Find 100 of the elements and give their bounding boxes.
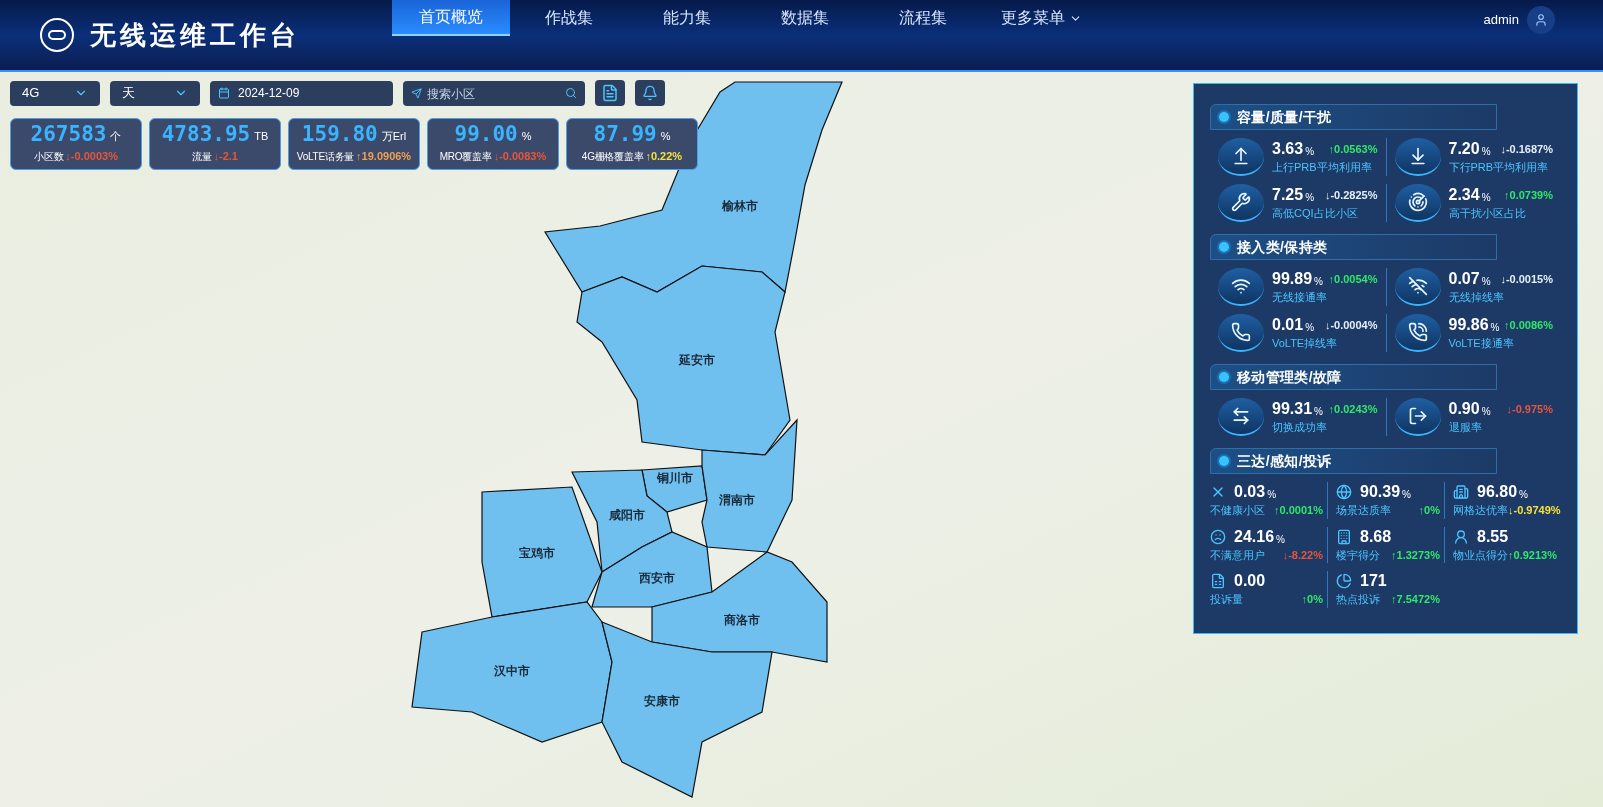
metric-label: 无线接通率 (1272, 289, 1328, 305)
region-label: 宝鸡市 (519, 546, 555, 560)
kpi-label: 4G栅格覆盖率 (581, 149, 644, 164)
grid-building-icon (1453, 484, 1469, 500)
alarm-button[interactable] (635, 80, 665, 106)
metric-label: 场景达质率 (1336, 503, 1391, 518)
metric-value: 0.90 (1448, 398, 1480, 419)
phone-call-icon (1394, 314, 1441, 352)
kpi-label: 小区数 (34, 149, 64, 164)
map-region[interactable] (591, 531, 713, 608)
metric-unit: % (1305, 144, 1315, 159)
metric-change: ↑0.0054% (1328, 271, 1378, 287)
avatar-icon[interactable] (1527, 6, 1555, 34)
metric-value: 2.34 (1448, 184, 1480, 205)
person-icon (1453, 528, 1469, 545)
metric-change: ↓-8.22% (1282, 547, 1323, 563)
metric-unit: % (1314, 274, 1323, 289)
globe-icon (1336, 484, 1352, 500)
phone-icon (1218, 314, 1264, 352)
metric-label: 下行PRB平均利用率 (1448, 159, 1550, 175)
username[interactable]: admin (1483, 10, 1519, 30)
region-label: 榆林市 (722, 199, 758, 213)
bell-icon (642, 85, 658, 101)
section-title: 接入类/保持类 (1237, 237, 1328, 257)
metric-change: ↑7.5472% (1391, 592, 1440, 607)
kpi-change: ↑0.22% (645, 148, 683, 164)
nav-tab[interactable]: 能力集 (628, 0, 746, 36)
region-label: 铜川市 (657, 471, 693, 485)
region-label: 汉中市 (494, 664, 530, 678)
metric-value: 99.86 (1448, 314, 1489, 335)
period-select[interactable]: 天 (110, 80, 200, 106)
region-label: 渭南市 (719, 493, 755, 507)
nav-tab[interactable]: 作战集 (510, 0, 628, 36)
kpi-unit: 万Erl (381, 129, 407, 145)
section-title: 三达/感知/投诉 (1237, 451, 1332, 471)
wrench-icon (1218, 184, 1264, 222)
metric-change: ↓-0.9749% (1508, 503, 1561, 518)
wifi-off-icon (1394, 268, 1441, 306)
metric-value: 99.89 (1272, 268, 1313, 289)
document-button[interactable] (595, 80, 625, 106)
metric-unit: % (1490, 320, 1500, 335)
search-field[interactable]: 搜索小区 (403, 81, 585, 106)
metric-label: 高干扰小区占比 (1448, 205, 1527, 221)
network-select[interactable]: 4G (10, 80, 100, 106)
kpi-unit: % (521, 129, 532, 145)
metric-value: 0.01 (1272, 314, 1304, 335)
region-label: 商洛市 (724, 613, 760, 627)
map-region[interactable] (701, 418, 798, 553)
app-title: 无线运维工作台 (90, 18, 300, 52)
metric-unit: % (1481, 190, 1491, 205)
metric-change: ↑0% (1418, 503, 1440, 518)
metric-change: ↑0.0739% (1504, 187, 1553, 203)
kpi-value: 159.80 (301, 123, 378, 145)
metric-label: 物业点得分 (1453, 547, 1508, 563)
metric-change: ↑1.3273% (1391, 547, 1440, 563)
kpi-value: 4783.95 (161, 123, 251, 145)
metric-change: ↑0% (1301, 592, 1323, 607)
region-label: 延安市 (679, 353, 715, 367)
section-title: 容量/质量/干扰 (1237, 107, 1332, 127)
metric-unit: % (1305, 190, 1315, 205)
metric-label: 无线掉线率 (1448, 289, 1505, 305)
kpi-value: 267583 (30, 123, 107, 145)
region-label: 咸阳市 (609, 508, 645, 522)
map-region[interactable] (481, 486, 603, 618)
nav-tab[interactable]: 流程集 (864, 0, 982, 36)
pie-chart-icon (1336, 573, 1352, 589)
metric-label: 投诉量 (1210, 592, 1243, 607)
metric-label: 不健康小区 (1210, 503, 1265, 518)
map-region[interactable] (576, 265, 791, 456)
kpi-change: ↓-2.1 (213, 148, 238, 164)
metric-change: ↑0.0001% (1274, 503, 1323, 518)
map-region[interactable] (651, 551, 828, 663)
metric-unit: % (1481, 144, 1491, 159)
section-title: 移动管理类/故障 (1237, 367, 1342, 387)
kpi-unit: % (660, 129, 671, 145)
nav-tab[interactable]: 首页概览 (392, 0, 510, 36)
metric-unit: % (1481, 404, 1491, 419)
metric-change: ↓-0.975% (1506, 401, 1553, 417)
calendar-icon (218, 87, 230, 99)
map-region[interactable] (411, 601, 613, 743)
nav-tab[interactable]: 更多菜单 (982, 0, 1100, 36)
metric-value: 24.16 (1234, 526, 1275, 547)
metric-value: 0.07 (1448, 268, 1480, 289)
metric-value: 96.80 (1477, 482, 1518, 502)
metric-label: 热点投诉 (1336, 592, 1380, 607)
metric-value: 7.25 (1272, 184, 1304, 205)
map-region[interactable] (544, 81, 843, 294)
kpi-change: ↓-0.0083% (493, 148, 547, 164)
metric-unit: % (1402, 488, 1411, 502)
metric-unit: % (1314, 404, 1323, 419)
metric-label: 上行PRB平均利用率 (1272, 159, 1373, 175)
metric-change: ↑0.9213% (1508, 547, 1557, 563)
metric-label: 高低CQI占比小区 (1272, 205, 1359, 221)
date-field[interactable]: 2024-12-09 (210, 80, 393, 106)
nav-tab[interactable]: 数据集 (746, 0, 864, 36)
metric-unit: % (1267, 488, 1277, 502)
metric-label: VoLTE接通率 (1448, 335, 1515, 351)
metric-value: 7.20 (1448, 138, 1480, 159)
send-icon (411, 87, 422, 99)
metric-change: ↓-0.0015% (1500, 271, 1553, 287)
